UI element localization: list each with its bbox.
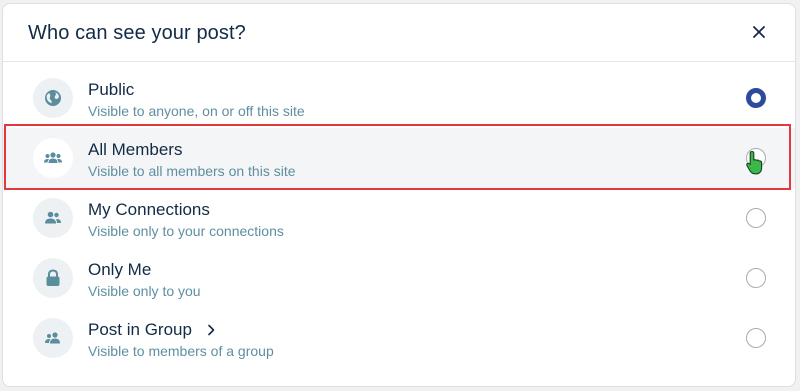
option-all-members[interactable]: All Members Visible to all members on th… [3,128,795,188]
option-title: Public [88,80,135,99]
group-icon [33,318,73,358]
radio-all-members[interactable] [746,148,766,168]
radio-post-in-group[interactable] [746,328,766,348]
option-title: Only Me [88,260,152,279]
option-subtitle: Visible only to your connections [88,223,284,239]
lock-icon [33,258,73,298]
option-post-in-group[interactable]: Post in Group Visible to members of a gr… [3,308,795,368]
option-subtitle: Visible to members of a group [88,343,274,359]
dialog-title: Who can see your post? [28,22,246,44]
option-my-connections[interactable]: My Connections Visible only to your conn… [3,188,795,248]
option-title: Post in Group [88,320,215,341]
option-title-text: Post in Group [88,320,192,339]
option-title: My Connections [88,200,210,219]
option-title: All Members [88,140,183,159]
globe-icon [33,78,73,118]
members-group-icon [33,138,73,178]
option-only-me[interactable]: Only Me Visible only to you [3,248,795,308]
radio-public[interactable] [746,88,766,108]
privacy-options-list: Public Visible to anyone, on or off this… [3,68,795,368]
option-subtitle: Visible to all members on this site [88,163,296,179]
option-subtitle: Visible to anyone, on or off this site [88,103,305,119]
privacy-dialog: Who can see your post? Public Visible to… [2,3,796,387]
connections-icon [33,198,73,238]
chevron-right-icon [207,321,215,341]
radio-my-connections[interactable] [746,208,766,228]
dialog-header: Who can see your post? [3,4,795,62]
option-public[interactable]: Public Visible to anyone, on or off this… [3,68,795,128]
close-icon[interactable] [749,22,769,42]
radio-only-me[interactable] [746,268,766,288]
option-subtitle: Visible only to you [88,283,201,299]
